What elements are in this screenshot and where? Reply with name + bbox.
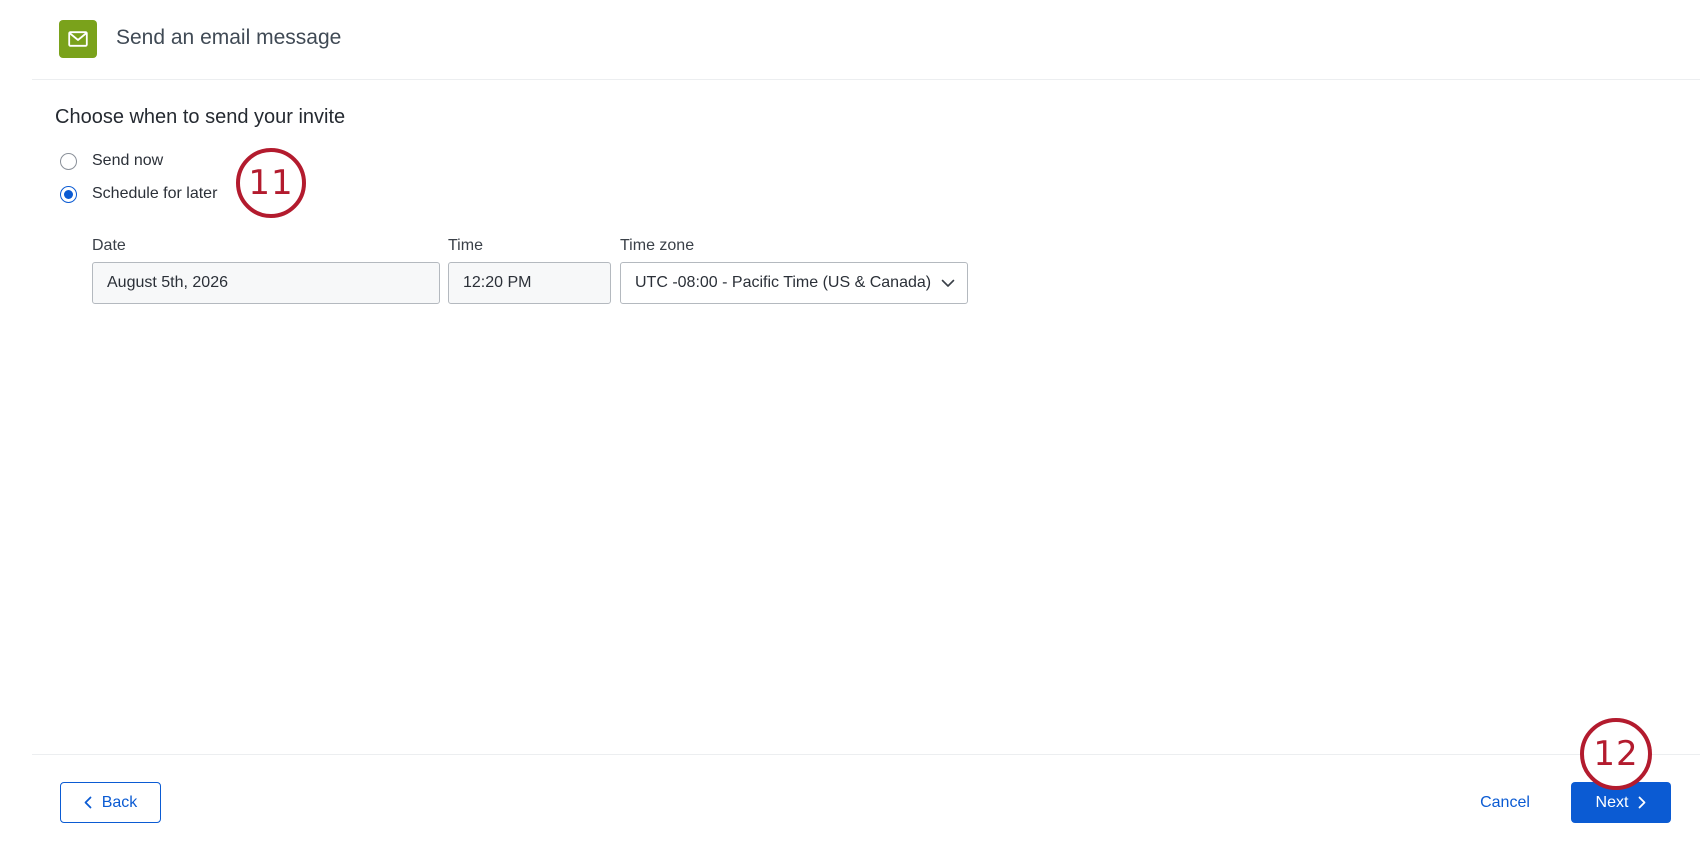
header-divider xyxy=(32,79,1700,80)
send-now-label: Send now xyxy=(92,152,164,169)
timezone-select[interactable]: UTC -08:00 - Pacific Time (US & Canada) xyxy=(620,262,968,304)
page-header: Send an email message xyxy=(0,0,1700,80)
send-now-option[interactable]: Send now xyxy=(60,151,163,171)
date-label: Date xyxy=(92,237,126,254)
step-annotation-11: 11 xyxy=(236,148,306,218)
schedule-later-radio[interactable] xyxy=(60,185,77,203)
time-label: Time xyxy=(448,237,483,254)
back-button[interactable]: Back xyxy=(60,782,161,823)
time-input[interactable] xyxy=(463,274,610,292)
date-field[interactable] xyxy=(92,262,440,304)
email-schedule-page: Send an email message Choose when to sen… xyxy=(0,0,1700,850)
chevron-down-icon xyxy=(941,279,955,288)
timezone-value: UTC -08:00 - Pacific Time (US & Canada) xyxy=(635,274,932,291)
footer-divider xyxy=(32,754,1700,755)
schedule-later-option[interactable]: Schedule for later xyxy=(60,184,217,204)
envelope-icon xyxy=(59,20,97,58)
back-button-label: Back xyxy=(101,793,138,811)
chevron-left-icon xyxy=(84,796,92,809)
step-annotation-12: 12 xyxy=(1580,718,1652,790)
send-now-radio[interactable] xyxy=(60,152,77,170)
schedule-heading: Choose when to send your invite xyxy=(55,106,346,128)
next-button-label: Next xyxy=(1595,793,1629,811)
date-input[interactable] xyxy=(107,274,439,292)
schedule-later-label: Schedule for later xyxy=(92,185,218,202)
chevron-right-icon xyxy=(1638,796,1646,809)
page-title: Send an email message xyxy=(116,26,342,49)
cancel-button[interactable]: Cancel xyxy=(1470,782,1540,823)
time-field[interactable] xyxy=(448,262,611,304)
timezone-label: Time zone xyxy=(620,237,695,254)
